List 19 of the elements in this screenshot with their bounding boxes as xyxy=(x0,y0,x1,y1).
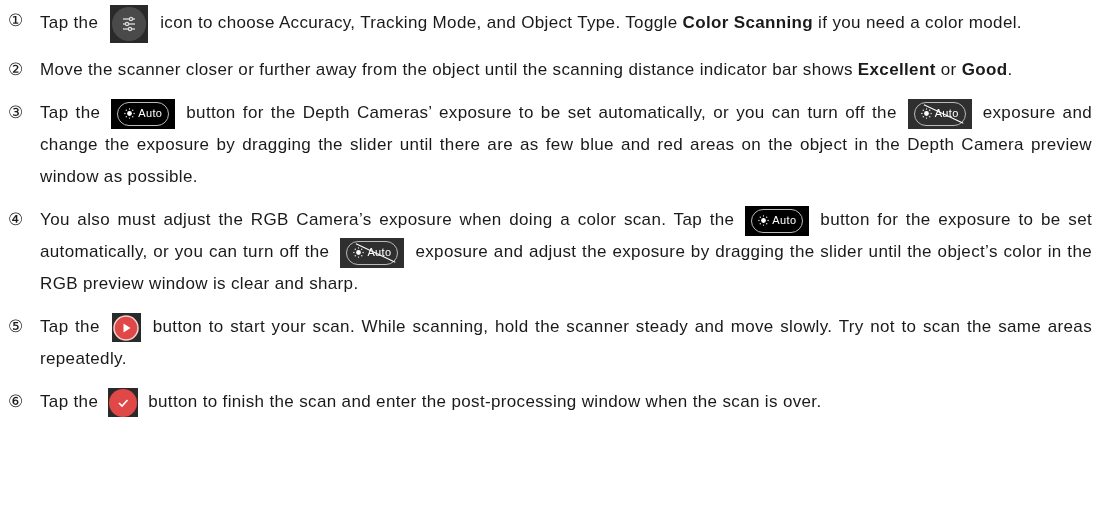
instruction-text: Tap the button to start your scan. While scanning, hold the scanner steady and move slowly. Try not to scan the same areas repeatedly. xyxy=(40,311,1092,375)
step-number: ④ xyxy=(8,209,24,231)
sun-icon xyxy=(124,108,136,119)
settings-icon xyxy=(110,5,149,43)
sun-icon xyxy=(353,247,365,258)
instruction-text: Move the scanner closer or further away from the object until the scanning distance indicator bar shows Excellent or Good. xyxy=(40,59,1014,81)
instruction-text: Tap the icon to choose Accuracy, Tracking Mode, and Object Type. Toggle Color Scanning if you need a color model. xyxy=(40,5,1092,43)
auto-exposure-button[interactable]: Auto xyxy=(111,98,176,129)
step-number: ⑥ xyxy=(8,391,24,413)
instruction-text: Tap the button to finish the scan and enter the post-processing window when the scan is over. xyxy=(40,386,1092,418)
step-number: ② xyxy=(8,59,24,81)
step-number: ⑤ xyxy=(8,316,24,338)
step-number: ③ xyxy=(8,102,24,124)
record-button[interactable] xyxy=(111,313,141,342)
finish-button[interactable] xyxy=(108,388,139,417)
sun-icon xyxy=(920,108,932,119)
step-number: ① xyxy=(8,10,24,32)
sun-icon xyxy=(758,215,770,226)
auto-exposure-button[interactable]: Auto xyxy=(745,205,810,236)
